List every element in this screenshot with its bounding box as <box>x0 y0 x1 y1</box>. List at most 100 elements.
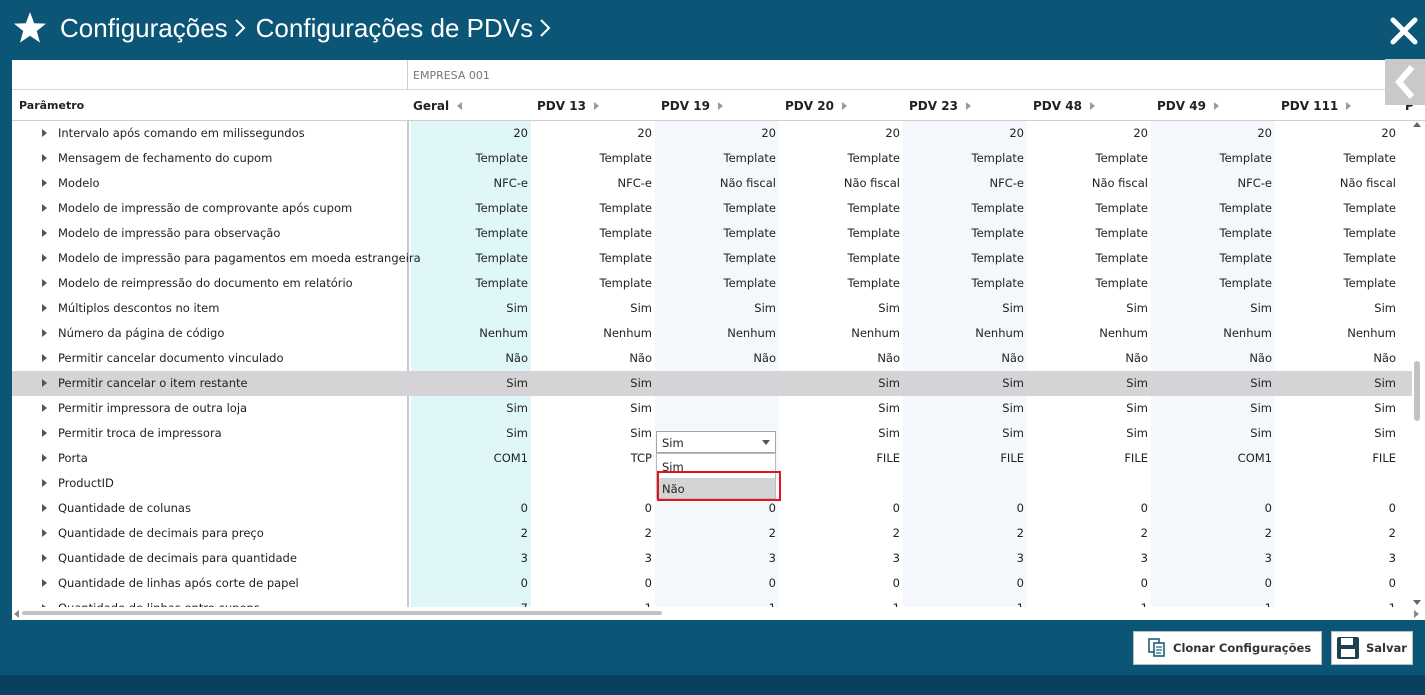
cell-value[interactable]: Template <box>724 201 776 215</box>
expand-arrow-icon[interactable] <box>42 154 47 162</box>
cell-value[interactable]: Template <box>476 251 528 265</box>
scroll-thumb[interactable] <box>1414 361 1420 421</box>
cell-value[interactable]: Template <box>476 276 528 290</box>
cell-value[interactable]: 0 <box>893 501 900 515</box>
cell-value[interactable]: 0 <box>769 576 776 590</box>
cell-value[interactable]: FILE <box>1372 451 1396 465</box>
cell-value[interactable]: Template <box>476 201 528 215</box>
expand-arrow-icon[interactable] <box>42 229 47 237</box>
cell-value[interactable]: 2 <box>645 526 652 540</box>
cell-value[interactable]: NFC-e <box>1238 176 1272 190</box>
expand-arrow-icon[interactable] <box>42 179 47 187</box>
cell-value[interactable]: Sim <box>1250 301 1272 315</box>
horizontal-scrollbar[interactable] <box>12 607 1425 620</box>
expand-arrow-icon[interactable] <box>42 204 47 212</box>
cell-value[interactable]: Template <box>1344 251 1396 265</box>
cell-value[interactable]: 0 <box>1017 501 1024 515</box>
chevron-down-icon[interactable] <box>762 440 770 445</box>
cell-value[interactable]: FILE <box>1000 451 1024 465</box>
breadcrumb-pdvs[interactable]: Configurações de PDVs <box>256 12 533 44</box>
collapse-panel-button[interactable] <box>1385 59 1425 105</box>
scroll-thumb[interactable] <box>22 611 662 615</box>
cell-value[interactable]: 3 <box>1141 551 1148 565</box>
cell-value[interactable]: Sim <box>630 301 652 315</box>
column-header-pdv-13[interactable]: PDV 13 <box>537 99 599 113</box>
cell-value[interactable]: Template <box>724 276 776 290</box>
cell-value[interactable]: Template <box>1096 251 1148 265</box>
expand-arrow-icon[interactable] <box>42 454 47 462</box>
cell-value[interactable]: Template <box>600 201 652 215</box>
cell-value[interactable]: Não <box>1373 351 1396 365</box>
column-header-pdv-111[interactable]: PDV 111 <box>1281 99 1352 113</box>
cell-value[interactable]: Template <box>724 226 776 240</box>
cell-value[interactable]: Não <box>753 351 776 365</box>
expand-arrow-icon[interactable] <box>42 504 47 512</box>
cell-value[interactable]: Sim <box>1126 301 1148 315</box>
cell-value[interactable]: 0 <box>769 501 776 515</box>
cell-value[interactable]: Template <box>1220 276 1272 290</box>
cell-value[interactable]: 0 <box>893 576 900 590</box>
cell-value[interactable]: Template <box>1220 226 1272 240</box>
cell-value[interactable]: Template <box>848 151 900 165</box>
cell-value[interactable]: Sim <box>878 376 900 390</box>
cell-value[interactable]: Não <box>1249 351 1272 365</box>
cell-value[interactable]: 0 <box>1141 501 1148 515</box>
sort-right-icon[interactable] <box>1213 101 1219 110</box>
cell-value[interactable]: Sim <box>506 301 528 315</box>
cell-value[interactable]: Sim <box>1374 376 1396 390</box>
table-row[interactable]: Número da página de código Nenhum Nenhum Ne… <box>12 321 1412 346</box>
cell-value[interactable]: Template <box>972 251 1024 265</box>
cell-value[interactable]: 2 <box>1389 526 1396 540</box>
expand-arrow-icon[interactable] <box>42 304 47 312</box>
expand-arrow-icon[interactable] <box>42 354 47 362</box>
table-row[interactable]: Modelo de impressão para pagamentos em m… <box>12 246 1412 271</box>
cell-value[interactable]: Template <box>1344 226 1396 240</box>
column-header-pdv-49[interactable]: PDV 49 <box>1157 99 1219 113</box>
cell-value[interactable]: 2 <box>1141 526 1148 540</box>
cell-value[interactable]: Template <box>972 201 1024 215</box>
cell-value[interactable]: Template <box>724 251 776 265</box>
cell-value[interactable]: Nenhum <box>603 326 652 340</box>
expand-arrow-icon[interactable] <box>42 429 47 437</box>
cell-value[interactable]: 0 <box>1265 501 1272 515</box>
cell-value[interactable]: Template <box>848 226 900 240</box>
sort-left-icon[interactable] <box>457 101 463 110</box>
cell-value[interactable]: 0 <box>1389 501 1396 515</box>
cell-value[interactable]: Não <box>505 351 528 365</box>
table-row[interactable]: Múltiplos descontos no item Sim Sim Sim Sim S… <box>12 296 1412 321</box>
cell-value[interactable]: 3 <box>1017 551 1024 565</box>
table-row[interactable]: Permitir cancelar documento vinculado Não… <box>12 346 1412 371</box>
cell-value[interactable]: Nenhum <box>727 326 776 340</box>
cell-value[interactable]: COM1 <box>1238 451 1272 465</box>
cell-value[interactable]: Sim <box>506 376 528 390</box>
cell-value[interactable]: Template <box>1344 276 1396 290</box>
cell-value[interactable]: Template <box>600 226 652 240</box>
sort-right-icon[interactable] <box>841 101 847 110</box>
cell-value[interactable]: 3 <box>1389 551 1396 565</box>
column-header-geral[interactable]: Geral <box>413 99 463 113</box>
cell-value[interactable]: Template <box>1096 151 1148 165</box>
column-header-pdv-20[interactable]: PDV 20 <box>785 99 847 113</box>
expand-arrow-icon[interactable] <box>42 404 47 412</box>
cell-value[interactable]: 0 <box>521 501 528 515</box>
expand-arrow-icon[interactable] <box>42 254 47 262</box>
cell-value[interactable]: 2 <box>1265 526 1272 540</box>
cell-value[interactable]: 3 <box>1265 551 1272 565</box>
cell-value[interactable]: Não <box>1001 351 1024 365</box>
scroll-right-icon[interactable] <box>1414 610 1419 618</box>
column-header-pdv-48[interactable]: PDV 48 <box>1033 99 1095 113</box>
cell-value[interactable]: 0 <box>1017 576 1024 590</box>
cell-value[interactable]: 3 <box>769 551 776 565</box>
expand-arrow-icon[interactable] <box>42 279 47 287</box>
cell-value[interactable]: Nenhum <box>851 326 900 340</box>
scroll-down-icon[interactable] <box>1413 600 1421 605</box>
column-header-pdv-19[interactable]: PDV 19 <box>661 99 723 113</box>
cell-value[interactable]: 2 <box>1017 526 1024 540</box>
cell-value[interactable]: Sim <box>630 426 652 440</box>
cell-value[interactable]: 0 <box>1389 576 1396 590</box>
cell-value[interactable]: 20 <box>637 126 652 140</box>
cell-value[interactable]: 20 <box>1257 126 1272 140</box>
table-row[interactable]: Modelo de impressão para observação Templ… <box>12 221 1412 246</box>
cell-value[interactable]: Não fiscal <box>844 176 900 190</box>
cell-value[interactable]: Nenhum <box>975 326 1024 340</box>
